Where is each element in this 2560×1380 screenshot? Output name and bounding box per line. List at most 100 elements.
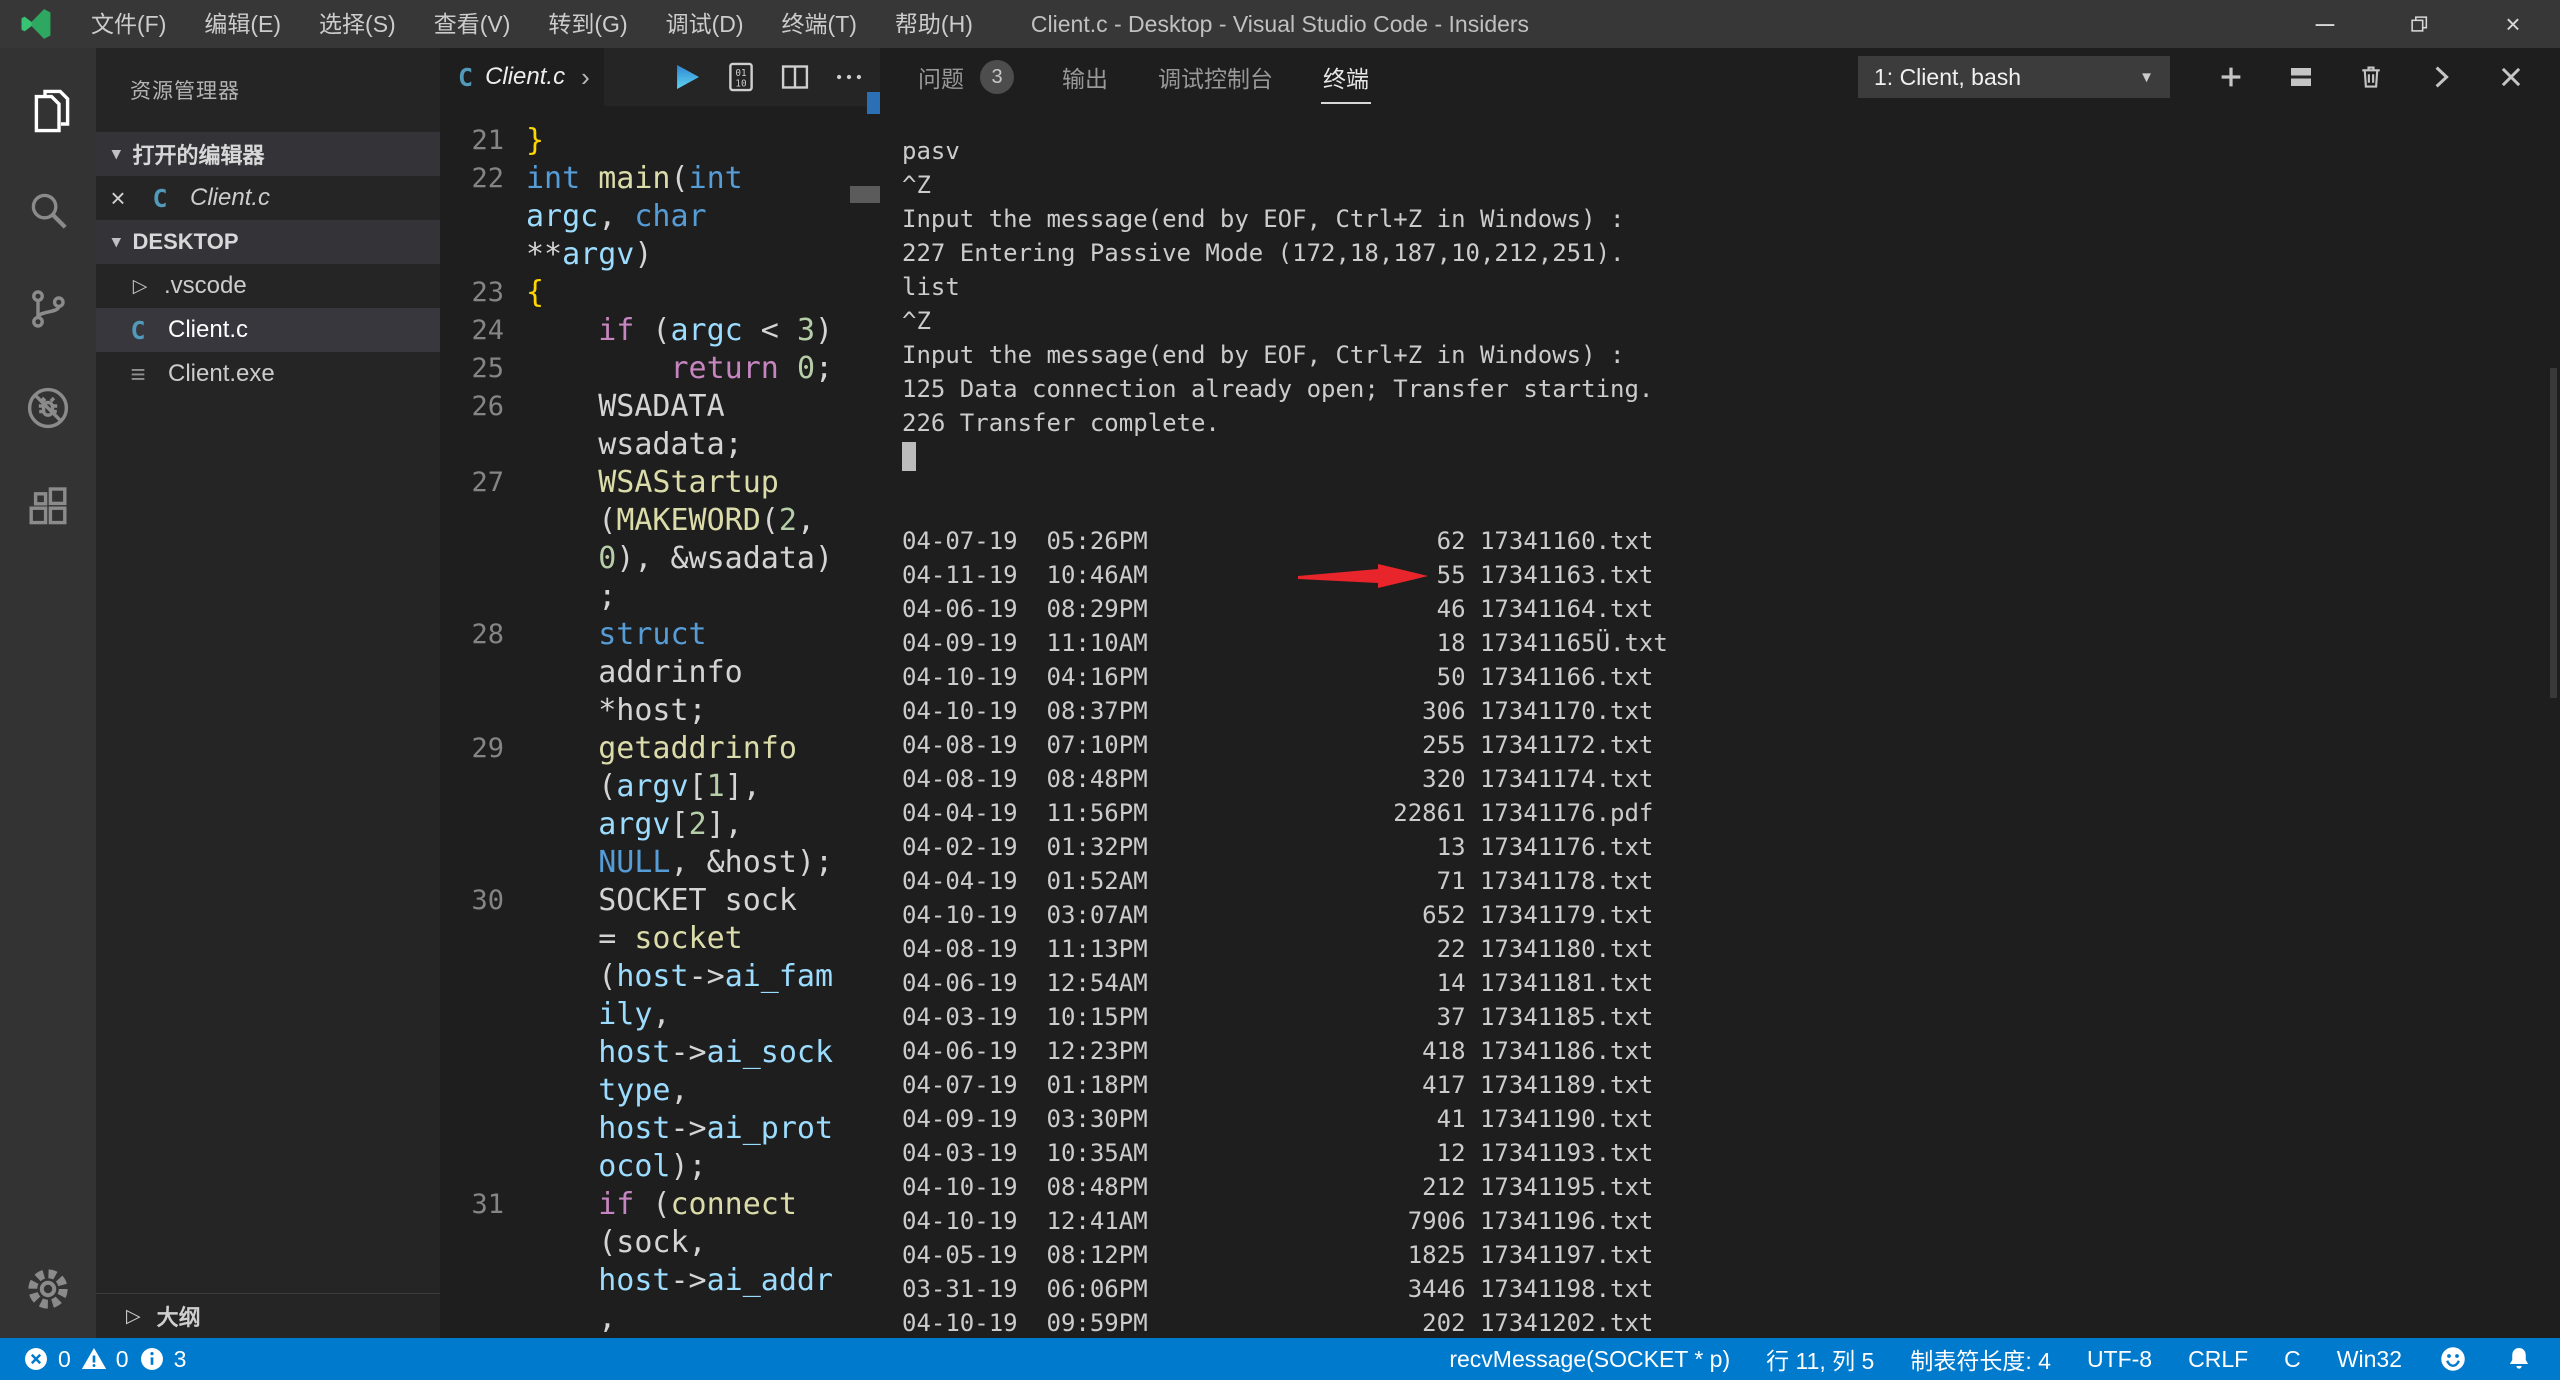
smiley-feedback-icon[interactable]: [2438, 1344, 2468, 1374]
outline-label: 大纲: [157, 1300, 201, 1332]
more-actions-icon[interactable]: [832, 60, 866, 94]
status-problems[interactable]: 003: [0, 1345, 186, 1373]
panel-tab-bar: 问题3 输出调试控制台终端 1: Client, bash ▼: [880, 48, 2560, 106]
run-code-icon[interactable]: [670, 60, 704, 94]
panel-tab-问题[interactable]: 问题3: [916, 48, 1014, 106]
directory-listing: 04-07-19 05:26PM 62 17341160.txt04-11-19…: [902, 524, 2560, 1338]
listing-row: 04-03-19 10:35AM 12 17341193.txt: [902, 1136, 2560, 1170]
chevron-right-icon[interactable]: ›: [581, 62, 590, 93]
sidebar-item-outline[interactable]: ▷ 大纲: [96, 1293, 440, 1338]
status-right: recvMessage(SOCKET * p) 行 11, 列 5 制表符长度: 4…: [1449, 1342, 2560, 1376]
window-title: Client.c - Desktop - Visual Studio Code …: [1031, 11, 1529, 38]
restore-button[interactable]: [2372, 0, 2466, 48]
line-number: [440, 502, 526, 540]
split-editor-icon[interactable]: [778, 60, 812, 94]
settings-gear-icon[interactable]: [0, 1239, 96, 1338]
code-text: 0), &wsadata): [526, 540, 833, 578]
code-editor[interactable]: 21}22int main(intargc, char**argv)23{24 …: [440, 106, 880, 1338]
menu-item[interactable]: 终端(T): [763, 0, 876, 48]
editor-scrollbar-thumb[interactable]: [850, 186, 880, 203]
line-number: 22: [440, 160, 526, 198]
status-count: 0: [116, 1346, 129, 1373]
search-icon[interactable]: [0, 160, 96, 259]
panel-action-icons: [2216, 62, 2526, 92]
new-terminal-icon[interactable]: [2216, 62, 2246, 92]
close-button[interactable]: ×: [2466, 0, 2560, 48]
code-text: if (argc < 3): [526, 312, 833, 350]
status-item[interactable]: Win32: [2337, 1346, 2402, 1373]
terminal-blank-line: [902, 474, 2560, 508]
status-item[interactable]: CRLF: [2188, 1346, 2248, 1373]
extensions-icon[interactable]: [0, 457, 96, 556]
vscode-insiders-logo: [0, 7, 72, 41]
split-terminal-icon[interactable]: [2286, 62, 2316, 92]
line-number: 21: [440, 122, 526, 160]
sidebar-item-.vscode[interactable]: ▷.vscode: [96, 264, 440, 308]
panel-tab-终端[interactable]: 终端: [1321, 48, 1371, 106]
kill-terminal-icon[interactable]: [2356, 62, 2386, 92]
code-line: 29 getaddrinfo: [440, 730, 880, 768]
debug-icon[interactable]: [0, 358, 96, 457]
panel-tab-输出[interactable]: 输出: [1060, 48, 1110, 106]
terminal-select[interactable]: 1: Client, bash ▼: [1858, 56, 2170, 98]
listing-row: 04-07-19 01:18PM 417 17341189.txt: [902, 1068, 2560, 1102]
chevron-right-icon: ▷: [126, 1305, 141, 1328]
status-item[interactable]: UTF-8: [2087, 1346, 2152, 1373]
bottom-panel: 问题3 输出调试控制台终端 1: Client, bash ▼ pasv^ZInp…: [880, 48, 2560, 1338]
terminal-line: 226 Transfer complete.: [902, 406, 2560, 440]
explorer-icon[interactable]: [0, 61, 96, 160]
menu-item[interactable]: 转到(G): [529, 0, 646, 48]
code-text: type,: [526, 1072, 689, 1110]
maximize-panel-icon[interactable]: [2426, 62, 2456, 92]
status-item[interactable]: C: [2284, 1346, 2301, 1373]
menu-item[interactable]: 文件(F): [72, 0, 185, 48]
panel-tab-调试控制台[interactable]: 调试控制台: [1156, 48, 1275, 106]
listing-row: 04-02-19 01:32PM 13 17341176.txt: [902, 830, 2560, 864]
status-info-icon: 3: [138, 1345, 187, 1373]
sidebar-item-Client.c[interactable]: ×C Client.c: [96, 176, 440, 220]
c-file-icon: C: [140, 184, 180, 213]
code-line: **argv): [440, 236, 880, 274]
terminal-line: ^Z: [902, 168, 2560, 202]
line-number: [440, 692, 526, 730]
terminal-scrollbar-thumb[interactable]: [2550, 368, 2557, 698]
status-item[interactable]: recvMessage(SOCKET * p): [1449, 1346, 1730, 1373]
code-line: type,: [440, 1072, 880, 1110]
sidebar-item-Client.exe[interactable]: ≡Client.exe: [96, 352, 440, 396]
terminal-output[interactable]: pasv^ZInput the message(end by EOF, Ctrl…: [880, 106, 2560, 1338]
file-label: Client.c: [190, 184, 270, 212]
listing-row: 04-10-19 09:59PM 202 17341202.txt: [902, 1306, 2560, 1338]
section-header-打开的编辑器[interactable]: ▾打开的编辑器: [96, 132, 440, 176]
code-text: ocol);: [526, 1148, 707, 1186]
terminal-line: pasv: [902, 134, 2560, 168]
editor-toolbar: 0110: [670, 48, 880, 106]
tab-client-c[interactable]: C Client.c ›: [440, 48, 604, 106]
notifications-bell-icon[interactable]: [2504, 1344, 2534, 1374]
status-item[interactable]: 制表符长度: 4: [1910, 1342, 2051, 1376]
menu-item[interactable]: 帮助(H): [876, 0, 992, 48]
line-number: [440, 1262, 526, 1300]
close-icon[interactable]: ×: [96, 183, 140, 214]
code-line: 30 SOCKET sock: [440, 882, 880, 920]
source-control-icon[interactable]: [0, 259, 96, 358]
menu-item[interactable]: 查看(V): [415, 0, 530, 48]
sidebar-sections: ▾打开的编辑器×CClient.c▾DESKTOP▷.vscodeCClient…: [96, 132, 440, 396]
listing-row: 04-08-19 11:13PM 22 17341180.txt: [902, 932, 2560, 966]
code-line: ocol);: [440, 1148, 880, 1186]
listing-row: 04-05-19 08:12PM 1825 17341197.txt: [902, 1238, 2560, 1272]
c-file-icon: C: [118, 316, 158, 345]
binary-view-icon[interactable]: 0110: [724, 60, 758, 94]
menu-item[interactable]: 编辑(E): [185, 0, 300, 48]
code-line: (MAKEWORD(2,: [440, 502, 880, 540]
status-warning-icon: 0: [80, 1345, 129, 1373]
menu-item[interactable]: 调试(D): [647, 0, 763, 48]
status-item[interactable]: 行 11, 列 5: [1766, 1342, 1874, 1376]
section-header-DESKTOP[interactable]: ▾DESKTOP: [96, 220, 440, 264]
minimize-button[interactable]: ─: [2278, 0, 2372, 48]
menu-item[interactable]: 选择(S): [300, 0, 415, 48]
sidebar-item-Client.c[interactable]: CClient.c: [96, 308, 440, 352]
close-panel-icon[interactable]: [2496, 62, 2526, 92]
code-line: host->ai_addr: [440, 1262, 880, 1300]
activity-bar: [0, 48, 96, 1338]
line-number: [440, 198, 526, 236]
